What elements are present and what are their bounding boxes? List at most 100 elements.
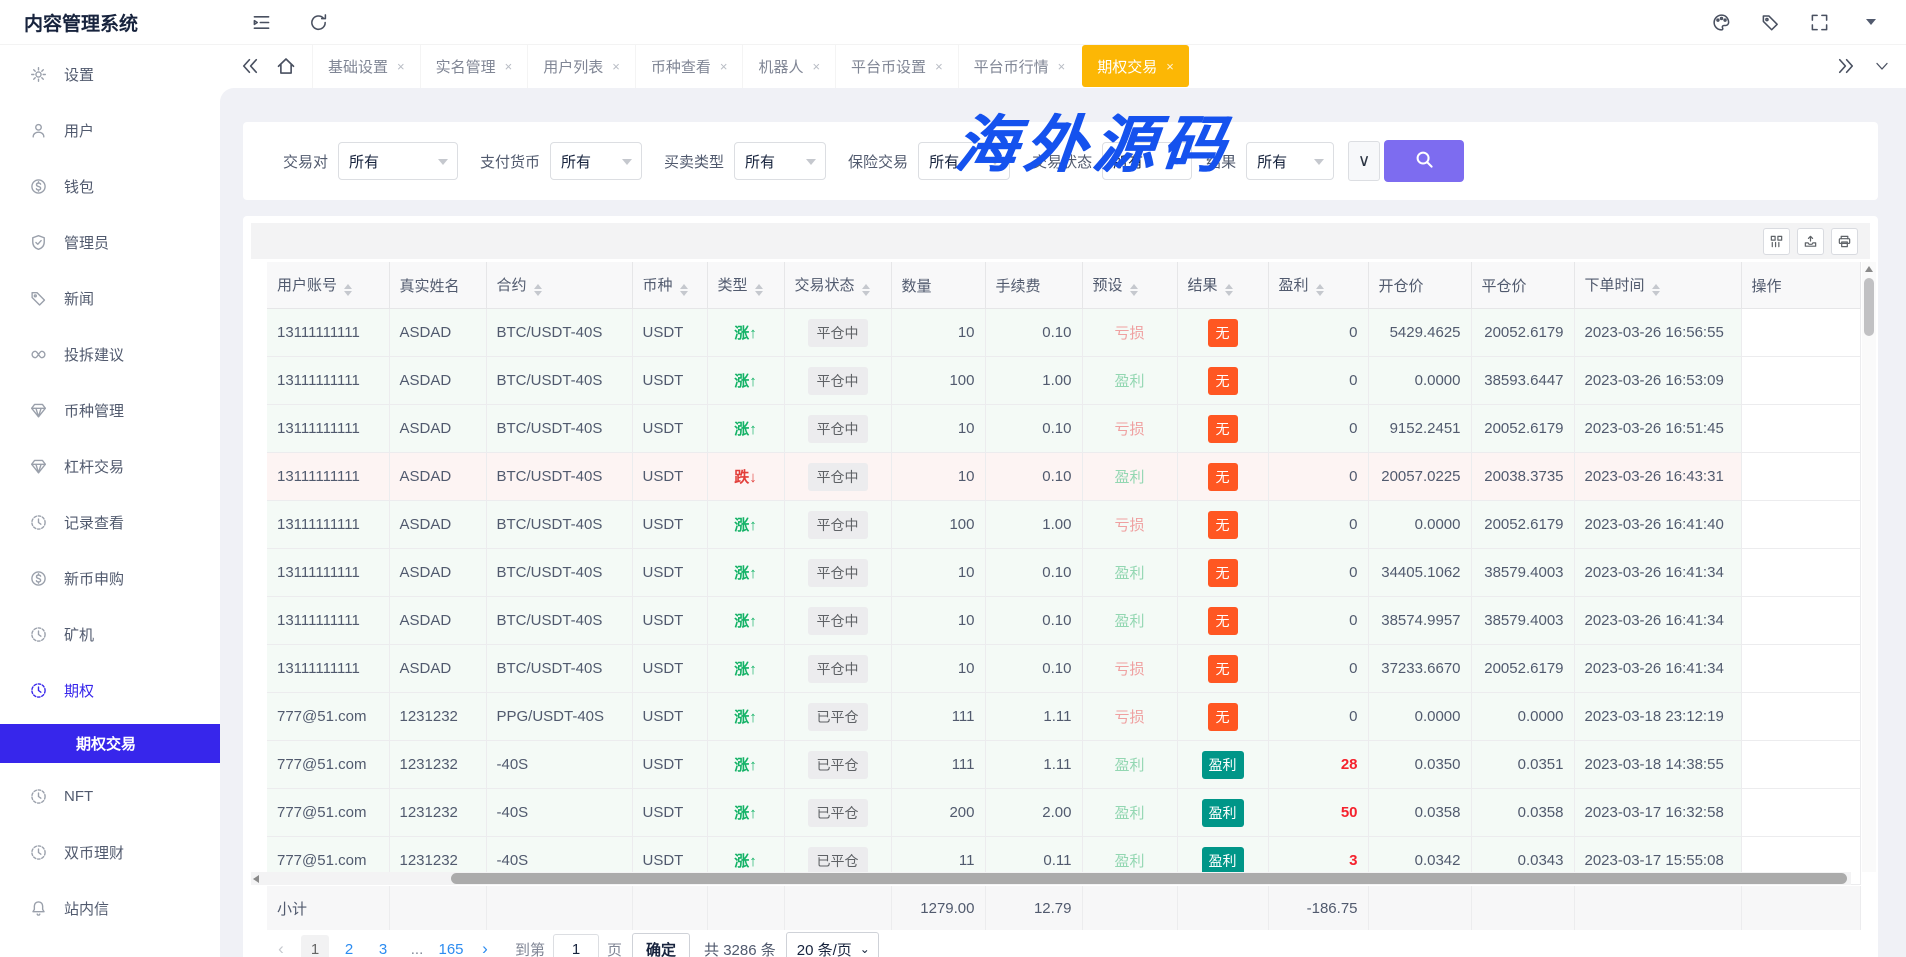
tab-close-icon[interactable]: × bbox=[812, 59, 820, 74]
sidebar-item-label: 杠杆交易 bbox=[64, 456, 124, 477]
tab-close-icon[interactable]: × bbox=[505, 59, 513, 74]
tabs-menu-icon[interactable] bbox=[1874, 58, 1890, 74]
column-header-close: 平仓价 bbox=[1471, 262, 1574, 309]
filter-select-5[interactable]: 所有 bbox=[1246, 142, 1334, 180]
sidebar-item-14[interactable]: 双币理财 bbox=[0, 824, 220, 880]
cell-contract: BTC/USDT-40S bbox=[486, 597, 632, 645]
refresh-icon[interactable] bbox=[309, 13, 328, 32]
sort-icon[interactable] bbox=[755, 284, 763, 296]
tag-icon[interactable] bbox=[1761, 13, 1780, 32]
page-button-3[interactable]: 3 bbox=[369, 935, 397, 957]
tabs-scroll-right-icon[interactable] bbox=[1836, 56, 1856, 76]
next-page-icon[interactable]: › bbox=[471, 935, 499, 957]
filter-expand-toggle[interactable]: ∨ bbox=[1348, 141, 1380, 181]
sort-icon[interactable] bbox=[534, 284, 542, 296]
column-header-preset[interactable]: 预设 bbox=[1082, 262, 1177, 309]
tab-close-icon[interactable]: × bbox=[612, 59, 620, 74]
scroll-up-icon[interactable] bbox=[1862, 262, 1876, 276]
sidebar-item-0[interactable]: 设置 bbox=[0, 46, 220, 102]
type-up-label: 涨↑ bbox=[734, 421, 757, 438]
cell-time: 2023-03-17 16:32:58 bbox=[1574, 789, 1741, 837]
tab-item-0[interactable]: 基础设置× bbox=[312, 44, 420, 88]
filter-select-2[interactable]: 所有 bbox=[734, 142, 826, 180]
filter-select-value: 所有 bbox=[349, 151, 379, 172]
vertical-scrollbar-thumb[interactable] bbox=[1864, 278, 1874, 336]
filter-select-1[interactable]: 所有 bbox=[550, 142, 642, 180]
sidebar-item-4[interactable]: 新闻 bbox=[0, 270, 220, 326]
column-header-time[interactable]: 下单时间 bbox=[1574, 262, 1741, 309]
sort-icon[interactable] bbox=[1225, 284, 1233, 296]
home-icon[interactable] bbox=[276, 56, 296, 76]
tab-close-icon[interactable]: × bbox=[935, 59, 943, 74]
confirm-button[interactable]: 确定 bbox=[632, 933, 690, 957]
vertical-scrollbar[interactable] bbox=[1862, 262, 1876, 872]
sidebar-item-11[interactable]: 期权 bbox=[0, 662, 220, 718]
tab-item-5[interactable]: 平台币设置× bbox=[835, 44, 958, 88]
goto-page-input[interactable] bbox=[553, 934, 599, 957]
column-header-contract[interactable]: 合约 bbox=[486, 262, 632, 309]
horizontal-scrollbar[interactable] bbox=[251, 872, 1851, 885]
page-button-165[interactable]: 165 bbox=[437, 935, 465, 957]
tab-close-icon[interactable]: × bbox=[1058, 59, 1066, 74]
sort-icon[interactable] bbox=[344, 284, 352, 296]
export-icon[interactable] bbox=[1797, 228, 1824, 255]
theme-palette-icon[interactable] bbox=[1712, 13, 1731, 32]
column-header-account[interactable]: 用户账号 bbox=[267, 262, 389, 309]
tab-item-2[interactable]: 用户列表× bbox=[527, 44, 635, 88]
fullscreen-icon[interactable] bbox=[1810, 13, 1829, 32]
column-header-profit[interactable]: 盈利 bbox=[1268, 262, 1368, 309]
sidebar-item-2[interactable]: 钱包 bbox=[0, 158, 220, 214]
tab-item-6[interactable]: 平台币行情× bbox=[958, 44, 1081, 88]
cell-contract: BTC/USDT-40S bbox=[486, 645, 632, 693]
sidebar-item-5[interactable]: 投拆建议 bbox=[0, 326, 220, 382]
filter-select-3[interactable]: 所有 bbox=[918, 142, 1010, 180]
sidebar-item-15[interactable]: 站内信 bbox=[0, 880, 220, 936]
sidebar-item-7[interactable]: 杠杆交易 bbox=[0, 438, 220, 494]
horizontal-scrollbar-thumb[interactable] bbox=[451, 873, 1847, 884]
columns-icon[interactable] bbox=[1763, 228, 1790, 255]
column-header-result[interactable]: 结果 bbox=[1177, 262, 1268, 309]
menu-fold-icon[interactable] bbox=[252, 13, 271, 32]
tab-close-icon[interactable]: × bbox=[1166, 59, 1174, 74]
cell-coin: USDT bbox=[632, 405, 707, 453]
sidebar-item-13[interactable]: NFT bbox=[0, 768, 220, 824]
column-header-type[interactable]: 类型 bbox=[707, 262, 784, 309]
sort-icon[interactable] bbox=[680, 284, 688, 296]
sort-icon[interactable] bbox=[862, 284, 870, 296]
column-header-coin[interactable]: 币种 bbox=[632, 262, 707, 309]
page-button-2[interactable]: 2 bbox=[335, 935, 363, 957]
tab-close-icon[interactable]: × bbox=[397, 59, 405, 74]
filter-select-4[interactable]: 所有 bbox=[1102, 142, 1192, 180]
cell-account: 13111111111 bbox=[267, 549, 389, 597]
tab-item-3[interactable]: 币种查看× bbox=[635, 44, 743, 88]
sort-icon[interactable] bbox=[1316, 284, 1324, 296]
sidebar-item-9[interactable]: 新币申购 bbox=[0, 550, 220, 606]
filter-select-0[interactable]: 所有 bbox=[338, 142, 458, 180]
sidebar-item-label: 设置 bbox=[64, 64, 94, 85]
search-button[interactable] bbox=[1384, 140, 1464, 182]
sidebar-item-3[interactable]: 管理员 bbox=[0, 214, 220, 270]
page-size-value: 20 条/页 bbox=[797, 939, 852, 957]
prev-page-icon[interactable]: ‹ bbox=[267, 935, 295, 957]
print-icon[interactable] bbox=[1831, 228, 1858, 255]
sidebar-subitem-12[interactable]: 期权交易 bbox=[0, 724, 220, 763]
cell-close: 20038.3735 bbox=[1471, 453, 1574, 501]
sidebar-item-8[interactable]: 记录查看 bbox=[0, 494, 220, 550]
sidebar-item-1[interactable]: 用户 bbox=[0, 102, 220, 158]
sidebar-item-10[interactable]: 矿机 bbox=[0, 606, 220, 662]
page-button-1[interactable]: 1 bbox=[301, 935, 329, 957]
cell-realname: ASDAD bbox=[389, 453, 486, 501]
tabs-scroll-left-icon[interactable] bbox=[240, 56, 260, 76]
column-header-status[interactable]: 交易状态 bbox=[784, 262, 891, 309]
tab-item-7[interactable]: 期权交易× bbox=[1082, 45, 1189, 87]
sidebar-item-6[interactable]: 币种管理 bbox=[0, 382, 220, 438]
page-size-select[interactable]: 20 条/页 ⌄ bbox=[786, 932, 879, 957]
user-menu[interactable] bbox=[1859, 19, 1876, 25]
tab-item-4[interactable]: 机器人× bbox=[742, 44, 835, 88]
scroll-left-icon[interactable] bbox=[253, 875, 259, 883]
sort-icon[interactable] bbox=[1652, 284, 1660, 296]
tab-item-1[interactable]: 实名管理× bbox=[420, 44, 528, 88]
tab-close-icon[interactable]: × bbox=[720, 59, 728, 74]
sort-icon[interactable] bbox=[1130, 284, 1138, 296]
type-up-label: 涨↑ bbox=[734, 757, 757, 774]
